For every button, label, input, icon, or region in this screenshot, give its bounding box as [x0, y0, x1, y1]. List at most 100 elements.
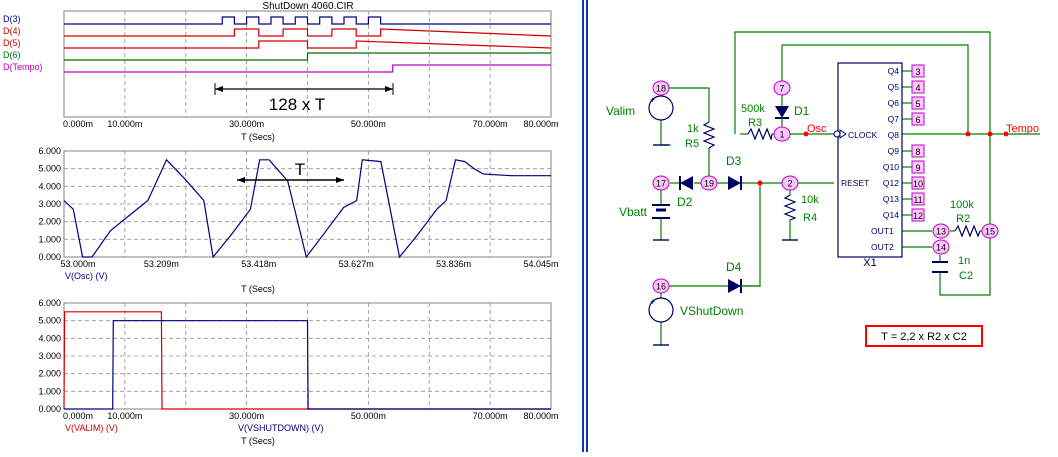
r3-value: 500k — [741, 103, 765, 115]
node-number: 19 — [704, 179, 714, 189]
pin-number: 5 — [915, 99, 920, 109]
c2-value: 1n — [958, 255, 970, 267]
valim-plus: + — [650, 95, 655, 105]
panel1-signal-labels: D(3) D(4) D(5) D(6) D(Tempo) — [3, 14, 43, 72]
signal-label: D(3) — [3, 14, 21, 24]
pin-q7: Q7 — [888, 114, 900, 124]
x-tick-label: 30.000m — [229, 411, 264, 421]
pin-number: 3 — [915, 67, 920, 77]
x-tick-label: 10.000m — [107, 119, 142, 129]
panel3-y-ticks: 6.000 5.000 4.000 3.000 2.000 1.000 0.000 — [38, 298, 61, 414]
annotation-128t: 128 x T — [269, 95, 325, 114]
signal-label: D(Tempo) — [3, 62, 43, 72]
y-tick-label: 0.000 — [38, 252, 61, 262]
vshutdown-label: VShutDown — [680, 304, 743, 318]
y-tick-label: 0.000 — [38, 404, 61, 414]
x-tick-label: 80.000m — [523, 411, 558, 421]
pin-out2: OUT2 — [871, 242, 894, 252]
pin-number: 9 — [915, 163, 920, 173]
x-tick-label: 30.000m — [229, 119, 264, 129]
tempo-node-label: Tempo — [1006, 123, 1039, 135]
x-tick-label: 0.000m — [63, 119, 93, 129]
x-tick-label: 54.045m — [523, 259, 558, 269]
node-number: 14 — [936, 243, 946, 253]
node-number: 1 — [779, 130, 784, 140]
d1-diode-icon — [775, 106, 789, 118]
x-tick-label: 53.836m — [436, 259, 471, 269]
pin-q8: Q8 — [888, 130, 900, 140]
panel3-trace-label-vshutdown: V(VSHUTDOWN) (V) — [238, 423, 324, 433]
panel3-x-axis-label: T (Secs) — [241, 436, 275, 446]
pin-q6: Q6 — [888, 98, 900, 108]
c2-name: C2 — [959, 270, 973, 282]
signal-label: D(6) — [3, 50, 21, 60]
ic-x1-label: X1 — [863, 257, 876, 269]
pin-number: 12 — [913, 211, 923, 221]
panel-divider[interactable] — [578, 0, 590, 452]
chart-title: ShutDown 4060.CIR — [262, 1, 353, 12]
node-number: 18 — [656, 84, 666, 94]
panel2-x-ticks: 53.000m 53.209m 53.418m 53.627m 53.836m 54.04… — [60, 259, 558, 269]
plots-svg: ShutDown 4060.CIR D(3) D(4) D(5) D(6) D(Temp… — [3, 1, 559, 446]
r4-value: 10k — [801, 194, 819, 206]
schematic-svg: X1 Q4 Q5 Q6 Q7 Q8 Q9 Q10 Q12 Q13 Q14 CLO… — [606, 31, 1040, 347]
pin-number: 10 — [913, 179, 923, 189]
y-tick-label: 2.000 — [38, 217, 61, 227]
x-tick-label: 80.000m — [523, 119, 558, 129]
pin-out1: OUT1 — [871, 226, 894, 236]
d2-label: D2 — [677, 195, 693, 209]
x-tick-label: 50.000m — [351, 411, 386, 421]
osc-node-label: Osc — [807, 123, 827, 135]
ic-pin-number-boxes: 3 4 5 6 8 9 10 11 12 — [911, 64, 925, 222]
r4-name: R4 — [803, 212, 817, 224]
x-tick-label: 70.000m — [473, 119, 508, 129]
x-tick-label: 50.000m — [351, 119, 386, 129]
annotation-t: T — [295, 160, 305, 179]
vshutdown-plus: + — [650, 297, 655, 307]
pin-number: 8 — [915, 147, 920, 157]
y-tick-label: 4.000 — [38, 333, 61, 343]
x-tick-label: 53.418m — [241, 259, 276, 269]
panel2-trace-label: V(Osc) (V) — [65, 271, 108, 281]
x-tick-label: 70.000m — [473, 411, 508, 421]
r5-value: 1k — [687, 123, 699, 135]
formula-text: T = 2,2 x R2 x C2 — [881, 331, 967, 343]
pin-q14: Q14 — [883, 210, 899, 220]
node-number: 15 — [985, 227, 995, 237]
y-tick-label: 4.000 — [38, 181, 61, 191]
signal-label: D(4) — [3, 26, 21, 36]
x-tick-label: 53.627m — [339, 259, 374, 269]
pin-q10: Q10 — [883, 162, 899, 172]
d2-diode-icon — [680, 176, 693, 190]
x-tick-label: 0.000m — [63, 411, 93, 421]
node-number: 7 — [779, 84, 784, 94]
junction-reset — [757, 180, 763, 186]
y-tick-label: 3.000 — [38, 199, 61, 209]
y-tick-label: 6.000 — [38, 146, 61, 156]
y-tick-label: 1.000 — [38, 234, 61, 244]
pin-q12: Q12 — [883, 178, 899, 188]
node-number: 16 — [656, 282, 666, 292]
r2-resistor-icon — [954, 224, 981, 238]
pin-clock: CLOCK — [848, 130, 878, 140]
panel1-x-ticks: 0.000m 10.000m 30.000m 50.000m 70.000m 80.000… — [63, 119, 559, 129]
waveform-panels: ShutDown 4060.CIR D(3) D(4) D(5) D(6) D(Temp… — [0, 0, 578, 452]
pin-number: 4 — [915, 83, 920, 93]
y-tick-label: 2.000 — [38, 369, 61, 379]
pin-number: 11 — [913, 195, 922, 205]
pin-q9: Q9 — [888, 146, 900, 156]
pin-reset: RESET — [841, 178, 869, 188]
r3-name: R3 — [748, 117, 762, 129]
panel1-x-axis-label: T (Secs) — [241, 132, 275, 142]
r5-resistor-icon — [702, 121, 716, 149]
r5-name: R5 — [685, 138, 699, 150]
y-tick-label: 5.000 — [38, 316, 61, 326]
node-number: 13 — [936, 227, 946, 237]
pin-number: 6 — [915, 115, 920, 125]
r4-resistor-icon — [783, 194, 797, 221]
panel3-trace-label-valim: V(VALIM) (V) — [65, 423, 118, 433]
node-number: 17 — [656, 179, 666, 189]
y-tick-label: 6.000 — [38, 298, 61, 308]
d3-diode-icon — [728, 176, 741, 190]
valim-label: Valim — [606, 104, 635, 118]
